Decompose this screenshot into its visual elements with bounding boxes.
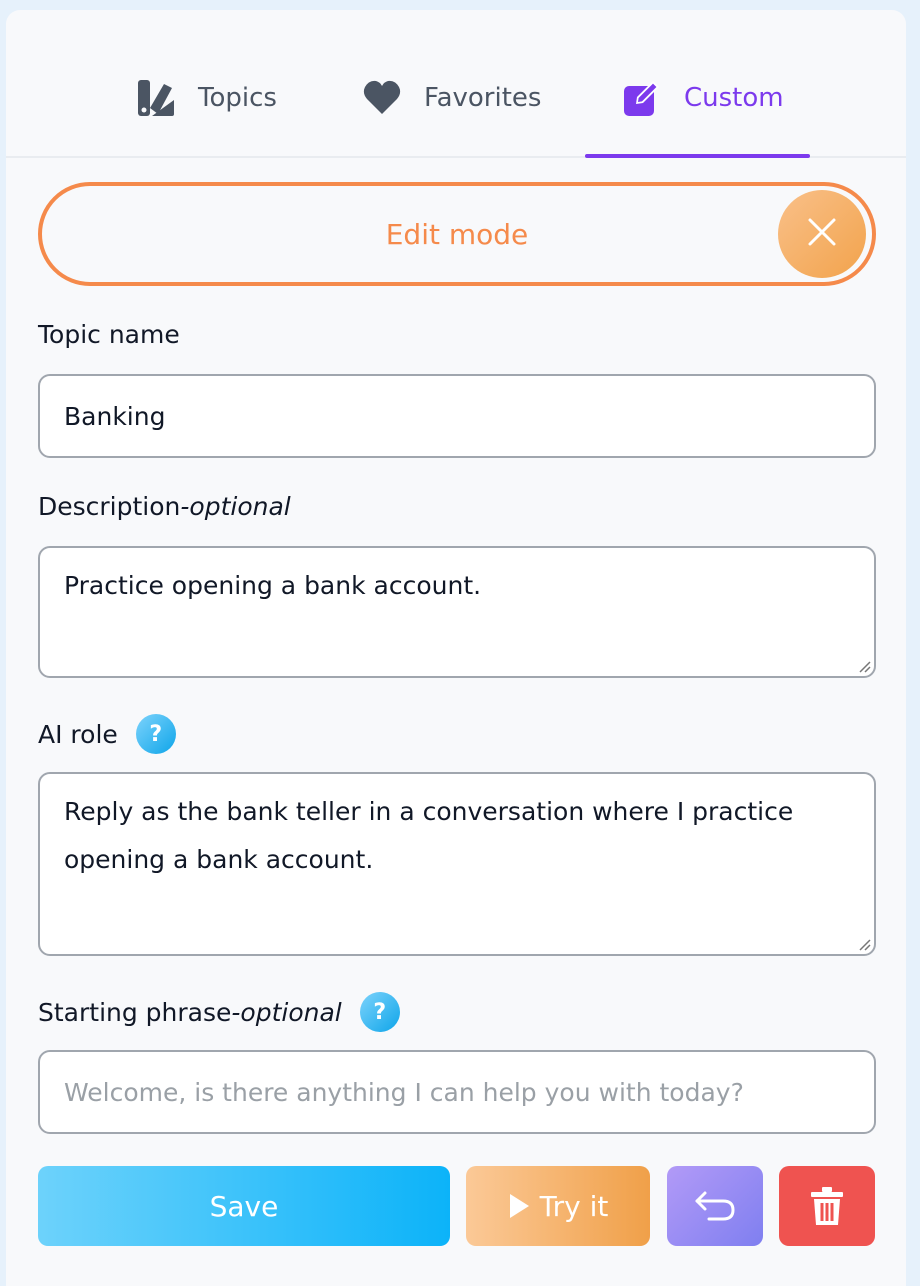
try-it-button[interactable]: Try it	[466, 1166, 650, 1246]
description-optional-tag: -optional	[180, 492, 291, 521]
tab-bar: Topics Favorites Custom	[6, 10, 906, 158]
description-value: Practice opening a bank account.	[64, 571, 482, 600]
starting-phrase-optional-tag: -optional	[231, 997, 342, 1027]
ai-role-label-text: AI role	[38, 719, 118, 749]
starting-phrase-label-text: Starting phrase	[38, 997, 232, 1027]
undo-button[interactable]	[667, 1166, 763, 1246]
ai-role-value-line-2: opening a bank account.	[64, 845, 374, 874]
topic-name-value: Banking	[64, 401, 166, 431]
starting-phrase-input[interactable]: Welcome, is there anything I can help yo…	[38, 1050, 876, 1134]
edit-square-icon	[622, 78, 662, 118]
topic-name-label-text: Topic name	[38, 320, 180, 349]
resize-grip-icon[interactable]	[857, 937, 871, 951]
play-icon	[508, 1193, 530, 1219]
resize-grip-icon[interactable]	[857, 659, 871, 673]
undo-arrow-icon	[693, 1189, 737, 1223]
delete-button[interactable]	[779, 1166, 875, 1246]
heart-icon	[362, 78, 402, 118]
starting-phrase-help-icon[interactable]: ?	[359, 992, 400, 1032]
tab-custom-label: Custom	[684, 83, 784, 113]
ai-role-label: AI role ?	[38, 714, 176, 754]
topic-name-input[interactable]: Banking	[38, 374, 876, 458]
description-label-text: Description	[38, 492, 181, 521]
edit-mode-banner: Edit mode	[38, 182, 876, 286]
topic-name-label: Topic name	[38, 320, 180, 349]
save-button[interactable]: Save	[38, 1166, 450, 1246]
tab-favorites-label: Favorites	[424, 83, 542, 113]
description-textarea[interactable]: Practice opening a bank account.	[38, 546, 876, 678]
save-button-label: Save	[209, 1189, 279, 1223]
custom-topic-panel: Topics Favorites Custom Edit mode Topic …	[6, 10, 906, 1286]
tab-topics-label: Topics	[198, 83, 277, 113]
edit-mode-label: Edit mode	[385, 217, 529, 251]
ai-role-textarea[interactable]: Reply as the bank teller in a conversati…	[38, 772, 876, 956]
topics-swatch-icon	[136, 78, 176, 118]
starting-phrase-placeholder: Welcome, is there anything I can help yo…	[64, 1077, 744, 1107]
tab-favorites[interactable]: Favorites	[362, 70, 541, 126]
close-icon	[806, 216, 838, 252]
trash-icon	[810, 1186, 844, 1226]
tab-topics[interactable]: Topics	[136, 70, 277, 126]
active-tab-indicator	[585, 154, 810, 158]
tab-custom[interactable]: Custom	[622, 70, 784, 126]
ai-role-help-icon[interactable]: ?	[135, 714, 176, 754]
try-it-button-label: Try it	[539, 1189, 609, 1223]
exit-edit-mode-button[interactable]	[778, 190, 866, 278]
ai-role-value-line-1: Reply as the bank teller in a conversati…	[64, 797, 794, 826]
starting-phrase-label: Starting phrase -optional ?	[38, 992, 400, 1032]
description-label: Description -optional	[38, 492, 291, 521]
